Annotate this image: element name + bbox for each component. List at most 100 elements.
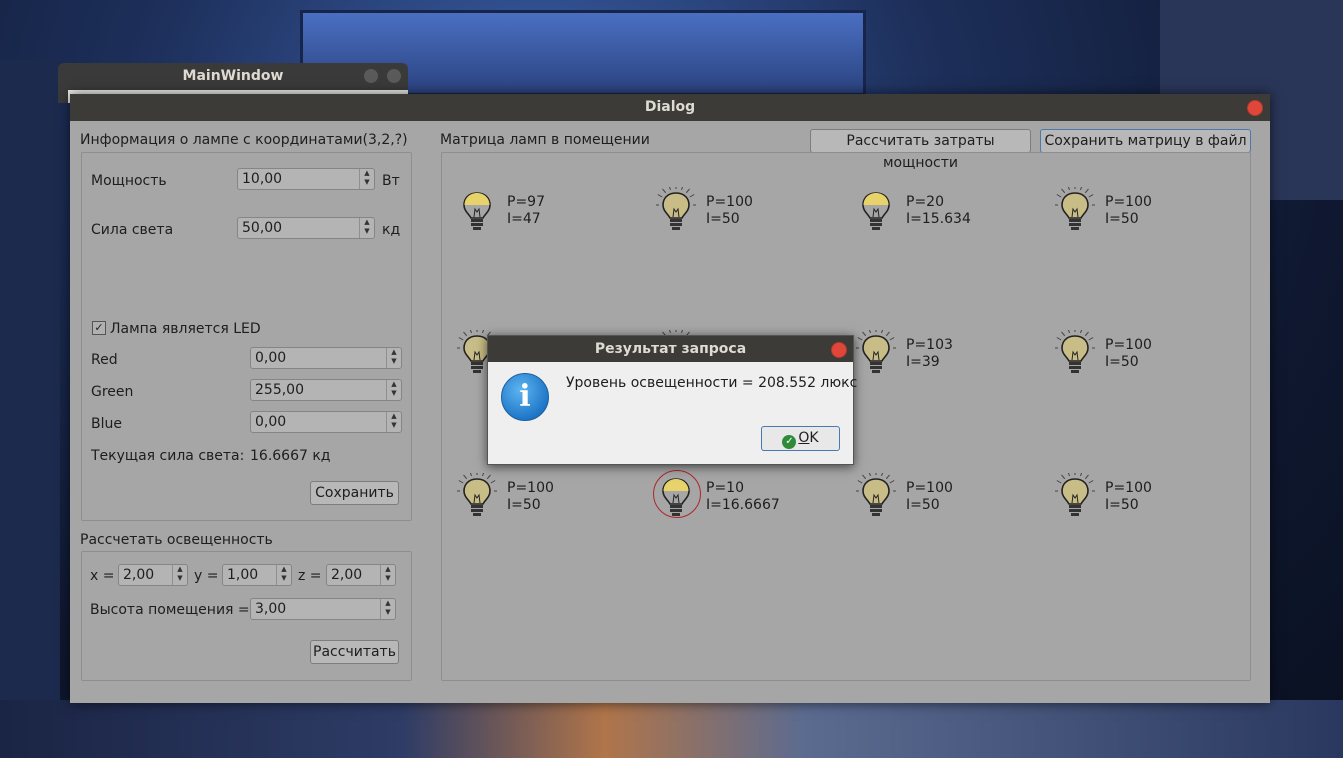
lit-bulb-icon (855, 470, 900, 523)
intensity-unit: кд (382, 222, 401, 238)
lit-bulb-icon (855, 327, 900, 380)
lamp-intensity: I=15.634 (906, 211, 971, 227)
lamp-params: P=100 I=50 (507, 480, 554, 514)
lamp-power: P=100 (906, 480, 953, 496)
message-box-titlebar[interactable]: Результат запроса (488, 336, 853, 362)
check-circle-icon: ✓ (782, 435, 797, 449)
x-label: x = (90, 568, 115, 584)
spin-arrows-icon[interactable]: ▲ ▼ (386, 348, 401, 368)
current-intensity-label: Текущая сила света: (91, 448, 245, 464)
lamp-intensity: I=16.6667 (706, 497, 780, 513)
lamp-cell[interactable]: P=100 I=50 (1054, 184, 1255, 237)
lit-bulb-icon (1054, 470, 1099, 523)
x-spinbox[interactable]: 2,00 ▲ ▼ (118, 564, 188, 586)
green-label: Green (91, 384, 134, 400)
lamp-intensity: I=50 (1105, 497, 1139, 513)
z-label: z = (298, 568, 322, 584)
lamp-params: P=97 I=47 (507, 194, 545, 228)
information-icon: i (501, 373, 549, 421)
lamp-cell[interactable]: P=100 I=50 (1054, 470, 1255, 523)
spin-arrows-icon[interactable]: ▲ ▼ (386, 380, 401, 400)
spin-arrows-icon[interactable]: ▲ ▼ (386, 412, 401, 432)
save-button[interactable]: Сохранить (310, 481, 399, 505)
lamp-power: P=103 (906, 337, 953, 353)
message-box-title: Результат запроса (594, 341, 747, 357)
green-spinbox[interactable]: 255,00 ▲ ▼ (250, 379, 402, 401)
blue-label: Blue (91, 416, 122, 432)
lamp-cell[interactable]: P=20 I=15.634 (856, 187, 1056, 237)
room-height-value: 3,00 (255, 601, 287, 617)
led-checkbox-label[interactable]: Лампа является LED (110, 321, 261, 337)
spin-arrows-icon[interactable]: ▲ ▼ (380, 565, 395, 585)
spin-arrows-icon[interactable]: ▲ ▼ (359, 169, 374, 189)
current-intensity-value: 16.6667 кд (250, 448, 331, 464)
power-value: 10,00 (242, 171, 283, 187)
lamp-cell[interactable]: P=100 I=50 (1054, 327, 1255, 380)
room-height-spinbox[interactable]: 3,00 ▲ ▼ (250, 598, 396, 620)
minimize-icon[interactable] (364, 69, 378, 83)
wallpaper-left (0, 60, 60, 700)
dialog-close-icon[interactable] (1247, 100, 1263, 116)
check-icon: ✓ (94, 321, 104, 334)
lamp-power: P=100 (507, 480, 554, 496)
z-value: 2,00 (331, 567, 363, 583)
lamp-intensity: I=50 (706, 211, 740, 227)
bulb-icon (856, 187, 900, 237)
blue-value: 0,00 (255, 414, 287, 430)
dialog-title: Dialog (644, 99, 696, 115)
room-height-label: Высота помещения = (90, 602, 250, 618)
lamp-params: P=100 I=50 (906, 480, 953, 514)
calculate-button[interactable]: Рассчитать (310, 640, 399, 664)
message-box-close-icon[interactable] (831, 342, 847, 358)
bulb-icon (656, 473, 700, 523)
lamp-power: P=10 (706, 480, 744, 496)
intensity-value: 50,00 (242, 220, 283, 236)
lamp-cell[interactable]: P=100 I=50 (855, 470, 1056, 523)
power-spinbox[interactable]: 10,00 ▲ ▼ (237, 168, 375, 190)
message-box: Результат запроса i Уровень освещенности… (487, 335, 858, 465)
dialog-titlebar[interactable]: Dialog (70, 94, 1270, 121)
lamp-cell[interactable]: P=97 I=47 (457, 187, 657, 237)
intensity-label: Сила света (91, 222, 174, 238)
ok-button[interactable]: ✓ OK (761, 426, 840, 451)
red-spinbox[interactable]: 0,00 ▲ ▼ (250, 347, 402, 369)
maximize-icon[interactable] (387, 69, 401, 83)
y-label: y = (194, 568, 219, 584)
lamp-params: P=100 I=50 (706, 194, 753, 228)
lamp-params: P=100 I=50 (1105, 337, 1152, 371)
red-value: 0,00 (255, 350, 287, 366)
lamp-params: P=100 I=50 (1105, 480, 1152, 514)
led-checkbox[interactable]: ✓ (92, 321, 106, 335)
illumination-header: Рассчетать освещенность (80, 532, 273, 548)
spin-arrows-icon[interactable]: ▲ ▼ (172, 565, 187, 585)
y-value: 1,00 (227, 567, 259, 583)
lamp-cell[interactable]: P=100 I=50 (456, 470, 657, 523)
lamp-info-header: Информация о лампе с координатами(3,2,?) (80, 132, 408, 148)
ok-mnemonic: O (798, 430, 810, 446)
calc-power-button[interactable]: Рассчитать затраты мощности (810, 129, 1031, 171)
blue-spinbox[interactable]: 0,00 ▲ ▼ (250, 411, 402, 433)
bulb-icon (457, 187, 501, 237)
message-text: Уровень освещенности = 208.552 люкс (566, 375, 858, 391)
lamp-power: P=100 (1105, 194, 1152, 210)
y-spinbox[interactable]: 1,00 ▲ ▼ (222, 564, 292, 586)
red-label: Red (91, 352, 118, 368)
ok-label-rest: K (809, 430, 819, 446)
x-value: 2,00 (123, 567, 155, 583)
matrix-header: Матрица ламп в помещении (440, 132, 650, 148)
spin-arrows-icon[interactable]: ▲ ▼ (276, 565, 291, 585)
spin-arrows-icon[interactable]: ▲ ▼ (359, 218, 374, 238)
intensity-spinbox[interactable]: 50,00 ▲ ▼ (237, 217, 375, 239)
lamp-power: P=100 (706, 194, 753, 210)
lamp-intensity: I=50 (1105, 211, 1139, 227)
lamp-power: P=100 (1105, 337, 1152, 353)
save-matrix-button[interactable]: Сохранить матрицу в файл (1040, 129, 1251, 153)
green-value: 255,00 (255, 382, 304, 398)
spin-arrows-icon[interactable]: ▲ ▼ (380, 599, 395, 619)
lamp-cell[interactable]: P=10 I=16.6667 (653, 470, 856, 523)
lamp-cell[interactable]: P=103 I=39 (855, 327, 1056, 380)
lamp-intensity: I=39 (906, 354, 940, 370)
lamp-cell[interactable]: P=100 I=50 (655, 184, 856, 237)
power-label: Мощность (91, 173, 167, 189)
z-spinbox[interactable]: 2,00 ▲ ▼ (326, 564, 396, 586)
